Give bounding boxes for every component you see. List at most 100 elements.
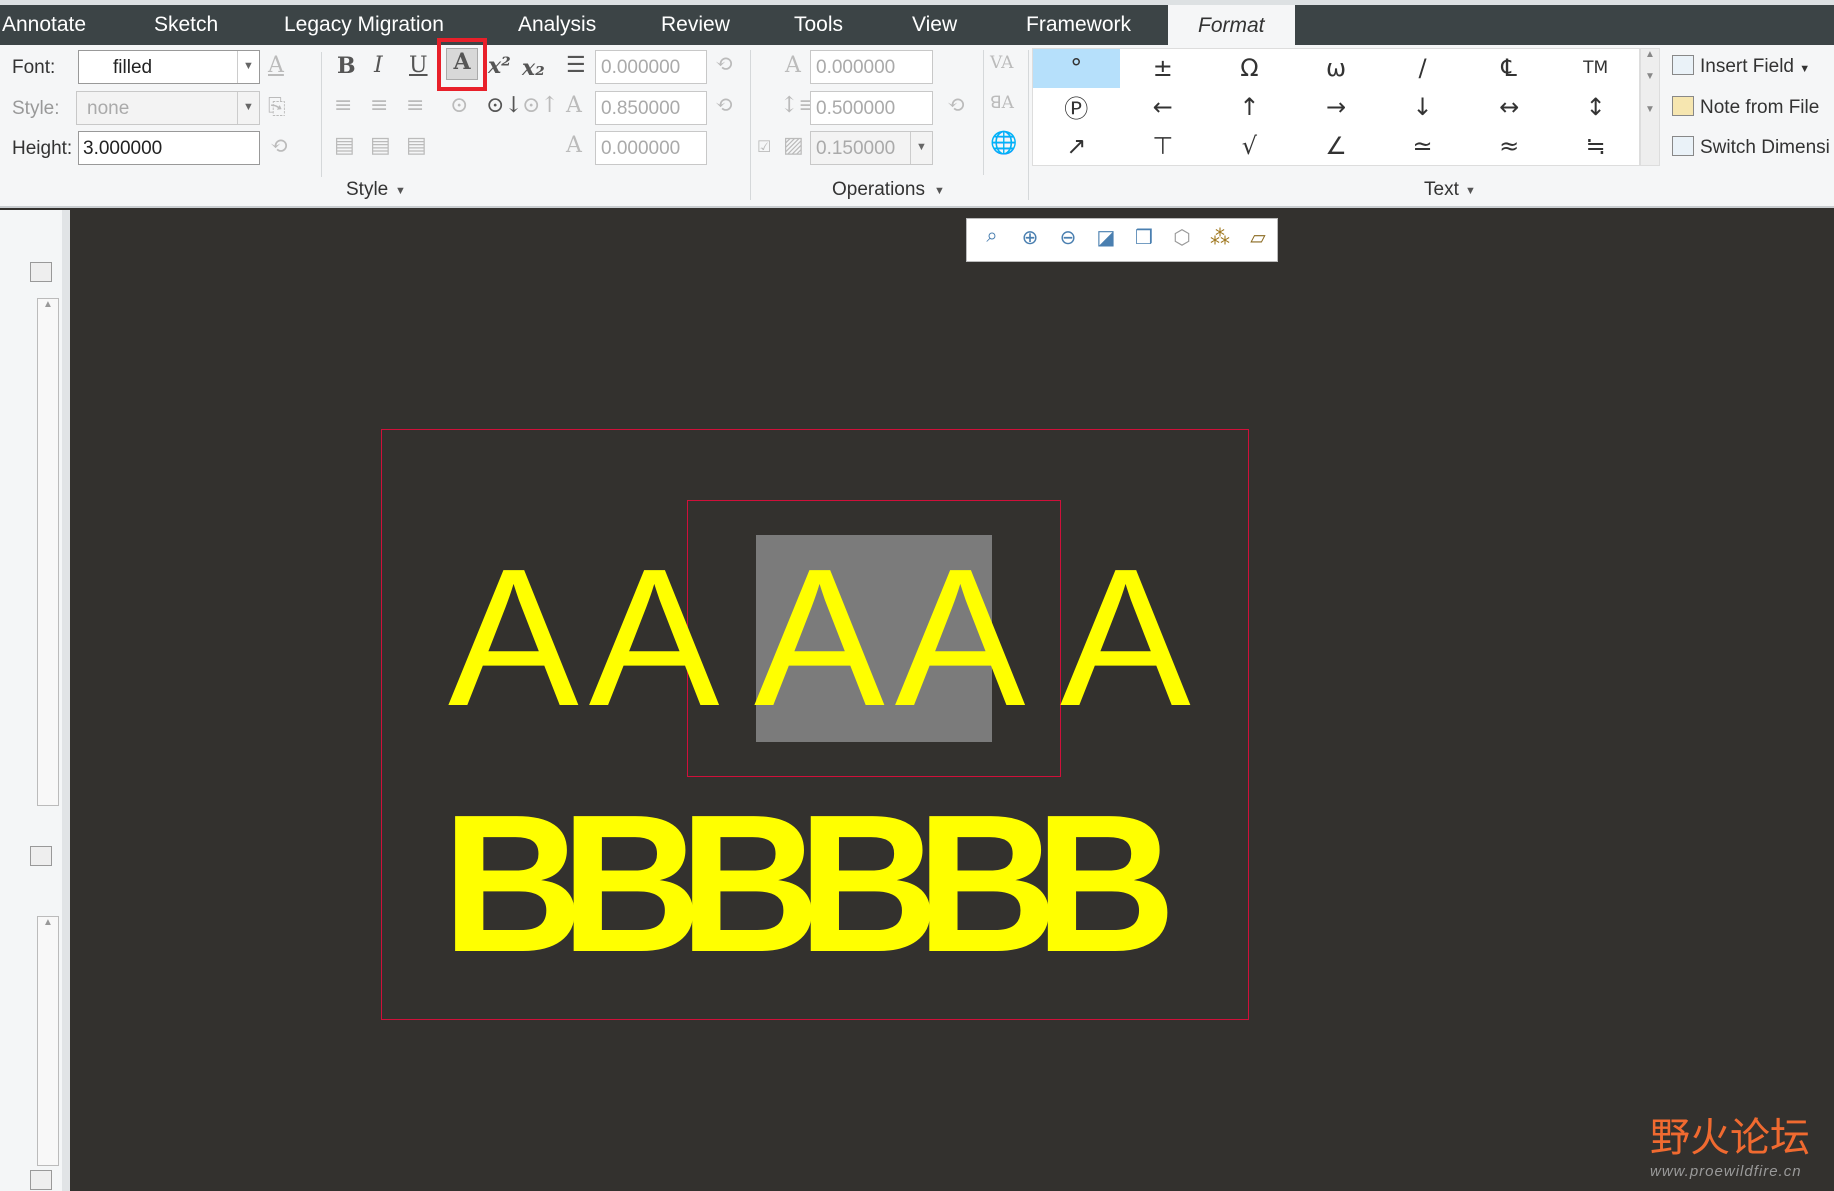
thickness-icon: A <box>566 133 582 158</box>
frame-checkbox[interactable]: ☑ <box>757 137 771 156</box>
symbol-button[interactable]: ⊤ <box>1120 126 1207 165</box>
zoom-in-icon[interactable]: ⊕ <box>1015 225 1045 255</box>
symbol-button[interactable]: ← <box>1120 88 1207 127</box>
symbol-button[interactable]: ° <box>1033 49 1120 88</box>
frame-offset-value: 0.150000 <box>816 138 896 159</box>
symbol-button[interactable]: ∠ <box>1293 126 1380 165</box>
ribbon-tabs: Annotate Sketch Legacy Migration Analysi… <box>0 5 1834 45</box>
reset-icon[interactable]: ⟲ <box>715 52 733 77</box>
note-text-b-line[interactable]: BBBBBB <box>442 786 1176 982</box>
line-spacing-input[interactable]: 0.500000 <box>810 91 933 125</box>
symbol-button[interactable]: ≒ <box>1552 126 1639 165</box>
width-factor-input[interactable]: 0.850000 <box>595 91 707 125</box>
char-spacing-icon: A <box>785 53 801 78</box>
thickness-input[interactable]: 0.000000 <box>595 131 707 165</box>
symbol-button[interactable]: ± <box>1120 49 1207 88</box>
align-right-icon[interactable]: ≡ <box>406 93 424 118</box>
note-text-aa-selected[interactable]: AA <box>754 540 1035 736</box>
display-style-icon[interactable]: ❒ <box>1129 225 1159 255</box>
bold-button[interactable]: B <box>337 53 356 79</box>
symbol-button[interactable]: Ω <box>1206 49 1293 88</box>
move-down-icon[interactable]: ⊙↓ <box>486 93 523 118</box>
filled-text-button[interactable]: A <box>437 38 487 91</box>
superscript-button[interactable]: x² <box>488 53 511 79</box>
chevron-down-icon: ▼ <box>237 51 259 83</box>
reset-icon[interactable]: ⟲ <box>270 134 288 159</box>
text-group-label[interactable]: Text <box>1424 179 1459 201</box>
italic-button[interactable]: I <box>374 53 383 78</box>
tab-framework[interactable]: Framework <box>1026 13 1131 37</box>
scrollbar[interactable]: ▲ <box>37 298 59 806</box>
settings-list-icon[interactable] <box>30 1170 52 1190</box>
tab-annotate[interactable]: Annotate <box>2 13 86 37</box>
note-text-a-right[interactable]: A <box>1060 540 1191 736</box>
char-spacing-input[interactable]: 0.000000 <box>810 50 933 84</box>
sheet-display-icon[interactable]: ▱ <box>1243 225 1273 255</box>
valign-bottom-icon[interactable]: ▤ <box>406 133 427 158</box>
symbol-button[interactable]: ↑ <box>1206 88 1293 127</box>
align-left-icon[interactable]: ≡ <box>334 93 352 118</box>
kerning-icon[interactable]: VA <box>990 53 1013 73</box>
switch-dimension-button[interactable]: Switch Dimensi <box>1672 136 1830 159</box>
symbol-button[interactable]: ≃ <box>1379 126 1466 165</box>
subscript-button[interactable]: x₂ <box>522 55 545 81</box>
globe-icon[interactable]: 🌐 <box>990 131 1017 156</box>
mirror-text-icon[interactable]: ꓭA <box>990 93 1014 113</box>
symbol-button[interactable]: Ⓟ <box>1033 88 1120 127</box>
symbol-button[interactable]: ↕ <box>1552 88 1639 127</box>
note-text-aa-left[interactable]: AA <box>448 540 729 736</box>
zoom-out-icon[interactable]: ⊖ <box>1053 225 1083 255</box>
symbol-button[interactable]: / <box>1379 49 1466 88</box>
chevron-down-icon: ▼ <box>237 92 259 124</box>
frame-icon: ▨ <box>783 133 804 158</box>
text-color-icon[interactable]: A <box>268 53 284 78</box>
symbol-button[interactable]: √ <box>1206 126 1293 165</box>
symbol-button[interactable]: ≈ <box>1466 126 1553 165</box>
settings-list-icon[interactable] <box>30 846 52 866</box>
char-spacing-value: 0.000000 <box>816 57 896 78</box>
slant-icon: ☰ <box>566 53 586 78</box>
tab-sketch[interactable]: Sketch <box>154 13 218 37</box>
watermark-cn: 野火论坛 <box>1650 1115 1810 1161</box>
symbol-button[interactable]: ω <box>1293 49 1380 88</box>
symbol-scrollbar[interactable]: ▲ ▼ ▼ <box>1640 48 1660 166</box>
tab-view[interactable]: View <box>912 13 957 37</box>
slant-input[interactable]: 0.000000 <box>595 50 707 84</box>
zoom-fit-icon[interactable]: ⌕ <box>977 225 1007 255</box>
symbol-button[interactable]: ℄ <box>1466 49 1553 88</box>
tab-tools[interactable]: Tools <box>794 13 843 37</box>
style-select[interactable]: none ▼ <box>76 91 260 125</box>
baseline-icon[interactable]: ⊙ <box>450 93 468 118</box>
copy-style-icon[interactable]: ⎘ <box>268 95 286 120</box>
datum-display-icon[interactable]: ⁂ <box>1205 225 1235 255</box>
thickness-value: 0.000000 <box>601 138 681 159</box>
reset-icon[interactable]: ⟲ <box>715 93 733 118</box>
symbol-button[interactable]: ↔ <box>1466 88 1553 127</box>
width-factor-icon: A <box>566 93 582 118</box>
underline-button[interactable]: U <box>409 53 428 78</box>
valign-top-icon[interactable]: ▤ <box>334 133 355 158</box>
reset-icon[interactable]: ⟲ <box>947 93 965 118</box>
tab-legacy-migration[interactable]: Legacy Migration <box>284 13 444 37</box>
height-input[interactable]: 3.000000 <box>78 131 260 165</box>
align-center-icon[interactable]: ≡ <box>370 93 388 118</box>
tab-review[interactable]: Review <box>661 13 730 37</box>
symbol-button[interactable]: ↗ <box>1033 126 1120 165</box>
valign-middle-icon[interactable]: ▤ <box>370 133 391 158</box>
font-select[interactable]: filled ▼ <box>78 50 260 84</box>
style-group-label[interactable]: Style <box>346 179 388 201</box>
symbol-button[interactable]: → <box>1293 88 1380 127</box>
symbol-button[interactable]: ↓ <box>1379 88 1466 127</box>
settings-list-icon[interactable] <box>30 262 52 282</box>
operations-group-label[interactable]: Operations <box>832 179 925 201</box>
move-up-icon[interactable]: ⊙↑ <box>522 93 559 118</box>
saved-views-icon[interactable]: ⬡ <box>1167 225 1197 255</box>
insert-field-button[interactable]: Insert Field ▼ <box>1672 55 1810 78</box>
frame-offset-input[interactable]: 0.150000 ▼ <box>810 131 933 165</box>
tab-format[interactable]: Format <box>1168 5 1295 45</box>
symbol-button[interactable]: TM <box>1552 49 1639 88</box>
repaint-icon[interactable]: ◪ <box>1091 225 1121 255</box>
note-from-file-button[interactable]: Note from File <box>1672 96 1819 119</box>
tab-analysis[interactable]: Analysis <box>518 13 596 37</box>
scrollbar[interactable]: ▲ <box>37 916 59 1166</box>
